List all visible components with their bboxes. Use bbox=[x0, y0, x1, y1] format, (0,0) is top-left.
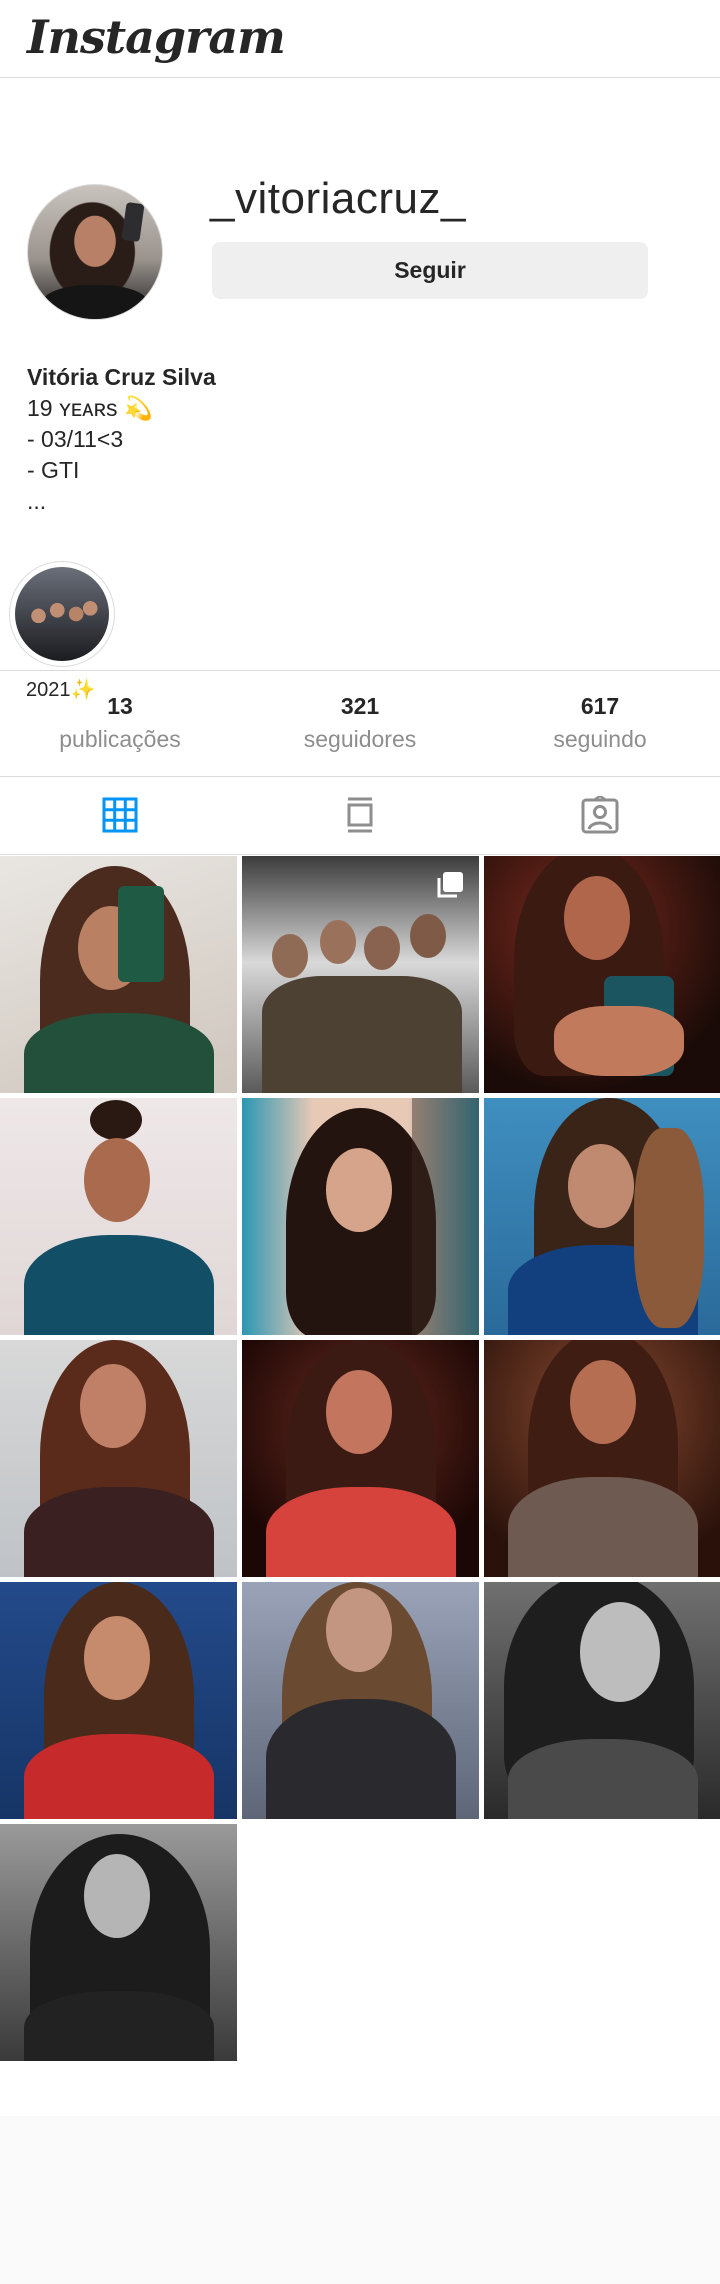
instagram-logo[interactable]: Instagram bbox=[27, 10, 286, 64]
stat-label: seguidores bbox=[303, 726, 417, 752]
post-thumbnail[interactable] bbox=[242, 1582, 479, 1819]
stat-label: publicações bbox=[59, 726, 181, 752]
follow-button[interactable]: Seguir bbox=[212, 242, 648, 299]
post-thumbnail[interactable] bbox=[0, 856, 237, 1093]
bio-line: - GTI bbox=[27, 457, 80, 483]
avatar[interactable] bbox=[27, 184, 163, 320]
posts-grid bbox=[0, 856, 720, 2061]
profile-page: Instagram _vitoriacruz_ Seguir Vitória C… bbox=[0, 0, 720, 2116]
stat-value: 617 bbox=[580, 693, 620, 719]
profile-username: _vitoriacruz_ bbox=[210, 174, 466, 223]
post-thumbnail[interactable] bbox=[484, 1582, 720, 1819]
post-thumbnail[interactable] bbox=[0, 1340, 237, 1577]
stat-value: 13 bbox=[107, 693, 133, 719]
stat-following[interactable]: 617 seguindo bbox=[480, 671, 720, 776]
stat-label: seguindo bbox=[553, 726, 647, 752]
stat-followers[interactable]: 321 seguidores bbox=[240, 671, 480, 776]
tab-grid[interactable] bbox=[0, 776, 240, 854]
profile-tabs bbox=[0, 776, 720, 855]
multiple-photos-icon bbox=[437, 872, 463, 898]
post-thumbnail[interactable] bbox=[242, 1098, 479, 1335]
post-thumbnail[interactable] bbox=[0, 1098, 237, 1335]
bio: Vitória Cruz Silva 19 ʏᴇᴀʀs 💫 - 03/11<3 … bbox=[27, 362, 216, 517]
profile-full-name: Vitória Cruz Silva bbox=[27, 364, 216, 390]
post-thumbnail[interactable] bbox=[484, 1340, 720, 1577]
stat-value: 321 bbox=[340, 693, 380, 719]
highlight-ring bbox=[9, 561, 115, 667]
bio-line: - 03/11<3 bbox=[27, 426, 124, 452]
top-bar: Instagram bbox=[0, 0, 720, 78]
post-thumbnail[interactable] bbox=[484, 1098, 720, 1335]
feed-icon bbox=[347, 797, 373, 833]
grid-icon bbox=[102, 797, 138, 833]
tab-feed[interactable] bbox=[240, 776, 480, 854]
post-thumbnail[interactable] bbox=[0, 1582, 237, 1819]
post-thumbnail[interactable] bbox=[0, 1824, 237, 2061]
post-thumbnail[interactable] bbox=[242, 1340, 479, 1577]
highlight-cover bbox=[15, 567, 109, 661]
tab-tagged[interactable] bbox=[480, 776, 720, 854]
post-thumbnail[interactable] bbox=[484, 856, 720, 1093]
stat-posts: 13 publicações bbox=[0, 671, 240, 776]
bio-line: 19 ʏᴇᴀʀs 💫 bbox=[27, 395, 153, 421]
post-thumbnail[interactable] bbox=[242, 856, 479, 1093]
profile-stats: 13 publicações 321 seguidores 617 seguin… bbox=[0, 670, 720, 777]
bio-more[interactable]: ... bbox=[27, 486, 216, 517]
tagged-icon bbox=[581, 796, 619, 834]
profile-header: _vitoriacruz_ Seguir Vitória Cruz Silva … bbox=[0, 78, 720, 701]
